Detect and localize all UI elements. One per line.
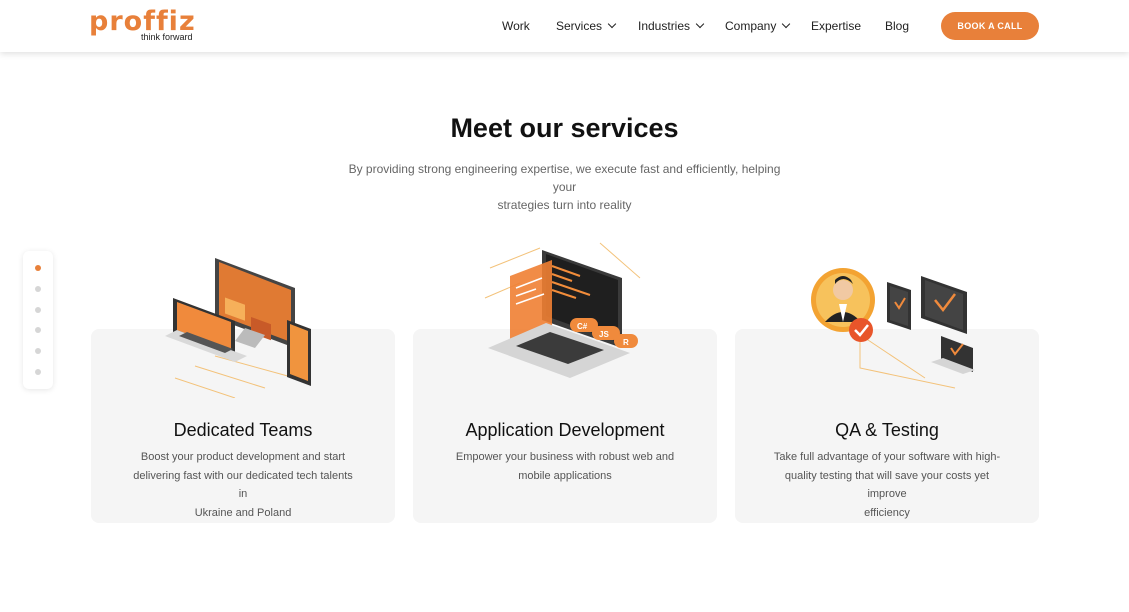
site-header: proffiz think forward Work Services Indu… (0, 0, 1129, 52)
service-title: Dedicated Teams (173, 420, 313, 440)
service-title: QA & Testing (835, 420, 939, 440)
subtitle-line: strategies turn into reality (497, 198, 632, 212)
subtitle-line: By providing strong engineering expertis… (348, 162, 781, 194)
desc-line: efficiency (864, 506, 910, 519)
nav-label: Blog (885, 19, 910, 33)
service-description: Boost your product development and start… (129, 448, 357, 522)
qa-testing-icon (811, 268, 975, 389)
pager-dot-1[interactable] (35, 265, 41, 271)
logo[interactable]: proffiz think forward (89, 8, 209, 44)
service-description: Empower your business with robust web an… (451, 448, 679, 485)
nav-blog[interactable]: Blog (885, 19, 909, 33)
chevron-down-icon (782, 19, 791, 29)
chevron-down-icon (607, 19, 617, 29)
nav-label: Services (556, 19, 603, 33)
chevron-down-icon (695, 19, 705, 29)
pager-dot-3[interactable] (35, 307, 41, 313)
badge-js: JS (599, 330, 609, 339)
desc-line: Take full advantage of your software wit… (773, 451, 1001, 463)
pager-dot-4[interactable] (35, 327, 41, 333)
nav-work[interactable]: Work (502, 19, 530, 33)
service-description: Take full advantage of your software wit… (773, 448, 1001, 522)
section-title: Meet our services (450, 113, 679, 143)
desc-line: delivering fast with our dedicated tech … (133, 469, 353, 501)
badge-csharp: C# (577, 322, 588, 331)
laptop-code-icon: C# JS R (484, 242, 641, 378)
section-pager (23, 251, 53, 389)
desc-line: Ukraine and Poland (194, 506, 292, 519)
nav-label: Expertise (811, 19, 862, 33)
desc-line: Boost your product development and start (140, 451, 346, 463)
book-a-call-button[interactable]: BOOK A CALL (941, 12, 1039, 40)
nav-label: Company (725, 19, 777, 33)
logo-tagline: think forward (141, 32, 193, 42)
nav-label: Industries (638, 19, 691, 33)
service-title: Application Development (465, 420, 665, 440)
desc-line: quality testing that will save your cost… (784, 469, 990, 501)
nav-industries[interactable]: Industries (638, 19, 705, 33)
badge-r: R (623, 338, 629, 347)
section-subtitle: By providing strong engineering expertis… (340, 160, 789, 214)
nav-services[interactable]: Services (556, 19, 617, 33)
nav-expertise[interactable]: Expertise (811, 19, 861, 33)
pager-dot-2[interactable] (35, 286, 41, 292)
nav-company[interactable]: Company (725, 19, 791, 33)
pager-dot-6[interactable] (35, 369, 41, 375)
desc-line: mobile applications (518, 469, 612, 482)
devices-video-call-icon (165, 258, 311, 398)
pager-dot-5[interactable] (35, 348, 41, 354)
nav-label: Work (502, 19, 530, 33)
desc-line: Empower your business with robust web an… (455, 451, 675, 463)
